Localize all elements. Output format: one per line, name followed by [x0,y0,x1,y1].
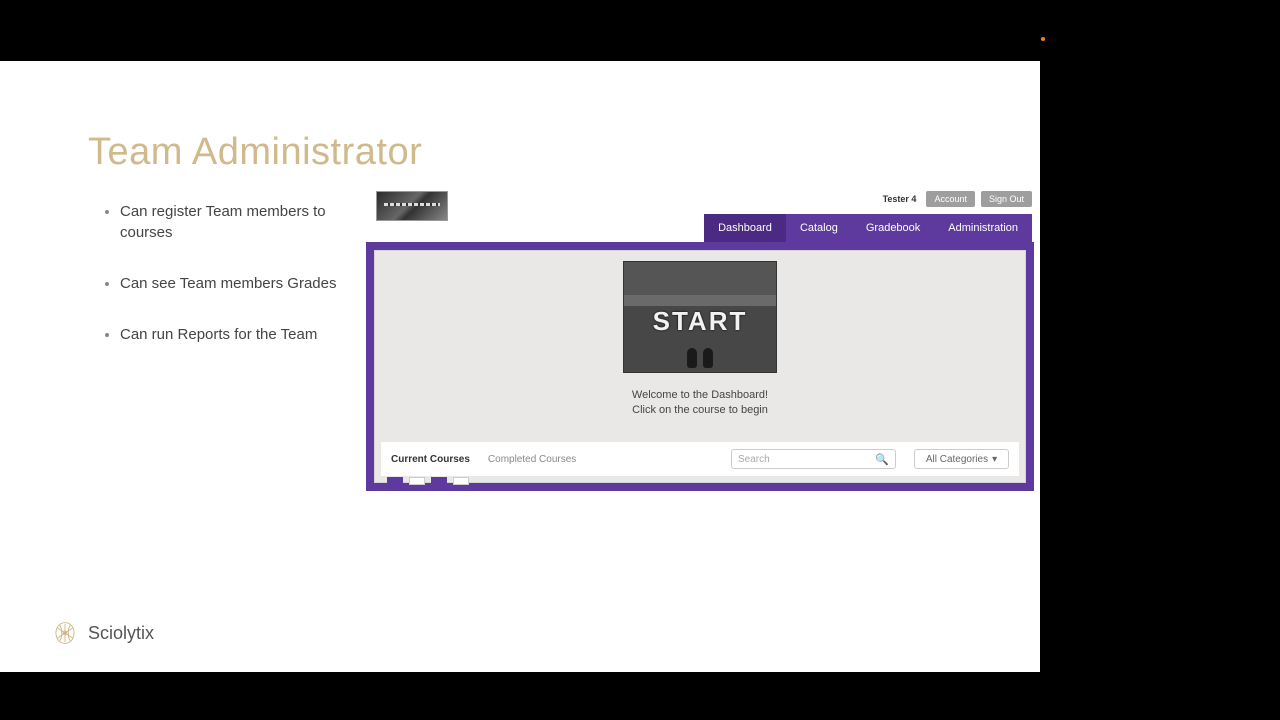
search-input[interactable]: Search 🔍 [731,449,896,469]
dashboard-panel: START Welcome to the Dashboard! Click on… [374,250,1026,483]
tab-gradebook[interactable]: Gradebook [852,214,934,242]
course-bar: Current Courses Completed Courses Search… [381,442,1019,476]
slide-title: Team Administrator [88,131,422,174]
start-image-text: START [624,306,776,337]
dashboard-welcome: Welcome to the Dashboard! Click on the c… [375,388,1025,419]
sign-out-button[interactable]: Sign Out [981,191,1032,207]
start-image: START [623,261,777,373]
welcome-line-2: Click on the course to begin [375,403,1025,418]
bullet-item: Can run Reports for the Team [120,324,340,345]
primary-nav: Dashboard Catalog Gradebook Administrati… [704,214,1032,242]
footer-brand: Sciolytix [52,620,154,646]
sciolytix-logo-icon [52,620,78,646]
current-user-name: Tester 4 [883,194,917,204]
app-topbar: Tester 4 Account Sign Out [883,191,1032,207]
welcome-line-1: Welcome to the Dashboard! [375,388,1025,403]
search-icon: 🔍 [875,453,889,466]
course-thumbnails-peek [387,477,469,485]
bullet-item: Can register Team members to courses [120,201,340,243]
tab-current-courses[interactable]: Current Courses [391,454,470,465]
app-logo [376,191,448,221]
footer-brand-name: Sciolytix [88,623,154,644]
tab-catalog[interactable]: Catalog [786,214,852,242]
account-button[interactable]: Account [926,191,975,207]
chevron-down-icon: ▾ [992,454,997,465]
thumbnail-chip [409,477,425,485]
slide-canvas: Team Administrator Can register Team mem… [0,61,1040,672]
thumbnail-chip [453,477,469,485]
tab-dashboard[interactable]: Dashboard [704,214,786,242]
thumbnail-chip [387,477,403,485]
search-placeholder: Search [738,454,770,465]
categories-label: All Categories [926,454,988,465]
categories-dropdown[interactable]: All Categories ▾ [914,449,1009,469]
tab-administration[interactable]: Administration [934,214,1032,242]
presence-dot [1041,37,1045,41]
app-body: START Welcome to the Dashboard! Click on… [366,242,1034,491]
embedded-app-screenshot: Tester 4 Account Sign Out Dashboard Cata… [366,191,1034,491]
bullet-item: Can see Team members Grades [120,273,340,294]
dashboard-hero: START Welcome to the Dashboard! Click on… [375,251,1025,419]
tab-completed-courses[interactable]: Completed Courses [488,454,576,465]
feet-graphic [685,344,715,368]
slide-bullet-list: Can register Team members to courses Can… [120,201,340,375]
thumbnail-chip [431,477,447,485]
